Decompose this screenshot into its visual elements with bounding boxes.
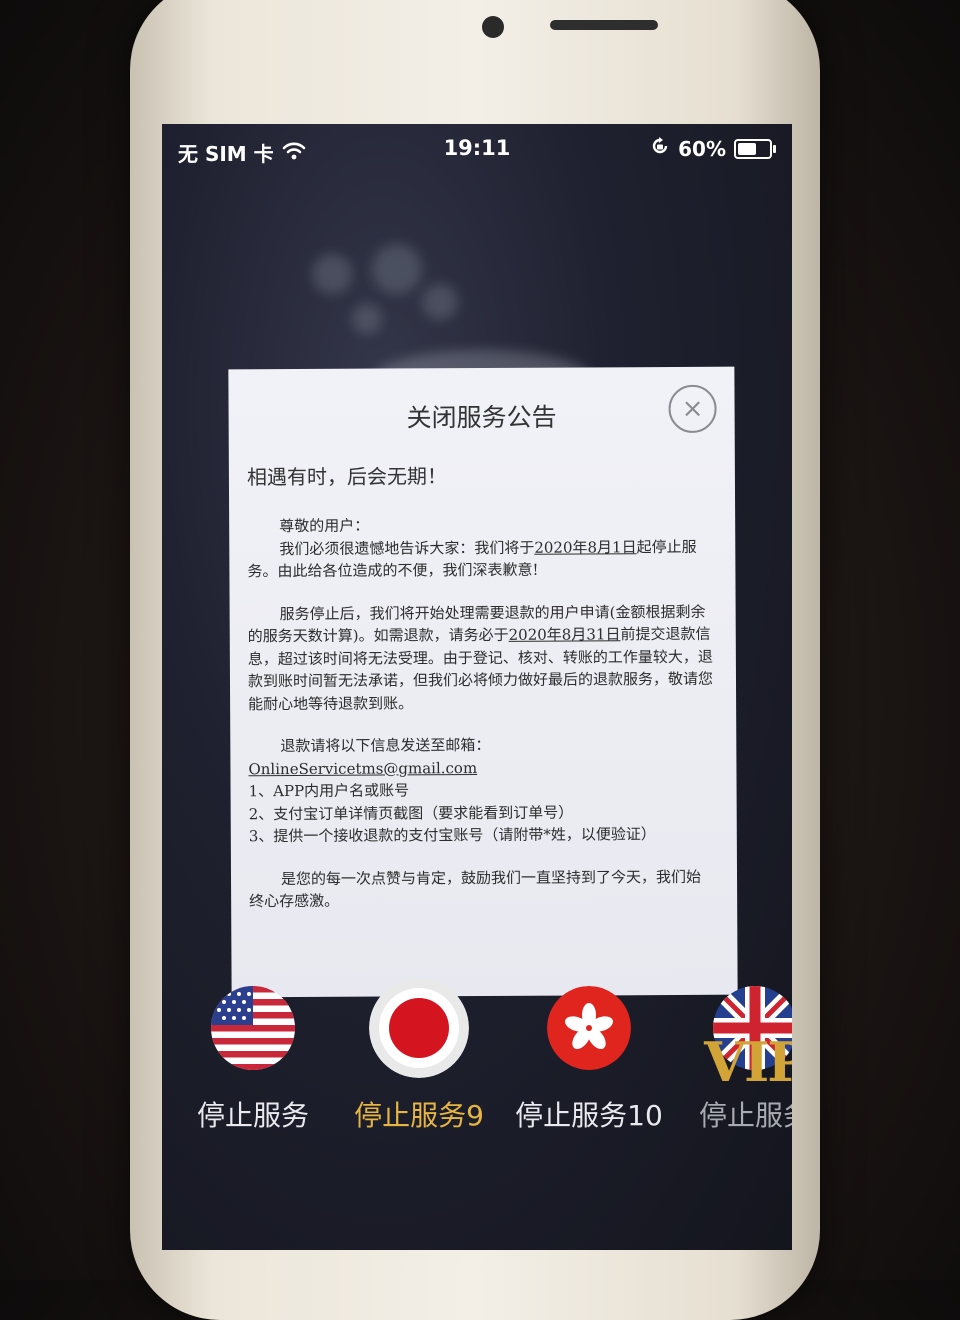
service-selector: 停止服务 停止服务9 停止服务10 VIP 停止服 bbox=[162, 978, 792, 1146]
close-button[interactable]: × bbox=[668, 384, 717, 434]
dialog-body: 尊敬的用户： 我们必须很遗憾地告诉大家：我们将于2020年8月1日起停止服务。由… bbox=[247, 513, 715, 913]
battery-icon bbox=[734, 138, 776, 159]
service-item-us[interactable]: 停止服务 bbox=[168, 986, 338, 1134]
app-screen: 无 SIM 卡 19:11 60% 关闭服务公告 × 相遇有时，后会无期！ 尊敬… bbox=[162, 124, 792, 1250]
earpiece-speaker bbox=[550, 20, 658, 30]
paragraph-1: 我们必须很遗憾地告诉大家：我们将于2020年8月1日起停止服务。由此给各位造成的… bbox=[247, 537, 697, 581]
closing-announcement-dialog: 关闭服务公告 × 相遇有时，后会无期！ 尊敬的用户： 我们必须很遗憾地告诉大家：… bbox=[228, 366, 738, 998]
email-line: 退款请将以下信息发送至邮箱：OnlineServicetms@gmail.com bbox=[248, 735, 491, 778]
service-item-japan[interactable]: 停止服务9 bbox=[334, 978, 504, 1134]
paragraph-2: 服务停止后，我们将开始处理需要退款的用户申请(金额根据剩余的服务天数计算)。如需… bbox=[247, 602, 714, 713]
closing-paragraph: 是您的每一次点赞与肯定，鼓励我们一直坚持到了今天，我们始终心存感激。 bbox=[249, 867, 702, 911]
background-bokeh bbox=[352, 304, 382, 334]
support-email-link[interactable]: OnlineServicetms@gmail.com bbox=[248, 759, 477, 778]
battery-level bbox=[738, 142, 756, 155]
list-item: 2、支付宝订单详情页截图（要求能看到订单号） bbox=[248, 803, 574, 823]
background-bokeh bbox=[312, 254, 352, 294]
vip-badge: VIP bbox=[704, 1030, 792, 1094]
orientation-lock-icon bbox=[650, 136, 670, 161]
front-camera bbox=[482, 16, 504, 38]
service-label-selected: 停止服务9 bbox=[354, 1099, 484, 1132]
battery-percent: 60% bbox=[678, 136, 726, 161]
greeting: 尊敬的用户： bbox=[279, 516, 370, 536]
dialog-heading: 相遇有时，后会无期！ bbox=[246, 464, 447, 490]
list-item: 1、APP内用户名或账号 bbox=[248, 781, 410, 801]
stop-date: 2020年8月1日 bbox=[534, 537, 637, 557]
service-label: 停止服务10 bbox=[515, 1099, 663, 1132]
background-bokeh bbox=[422, 284, 458, 320]
close-icon: × bbox=[681, 393, 704, 424]
service-item-uk-vip[interactable]: VIP 停止服务 bbox=[670, 986, 792, 1134]
service-label: 停止服务 bbox=[698, 1099, 792, 1132]
service-item-hong-kong[interactable]: 停止服务10 bbox=[504, 986, 674, 1134]
dialog-title: 关闭服务公告 bbox=[406, 402, 557, 433]
status-bar-right: 60% bbox=[650, 136, 776, 161]
status-bar: 无 SIM 卡 19:11 60% bbox=[162, 124, 792, 174]
background-bokeh bbox=[372, 244, 422, 294]
list-item: 3、提供一个接收退款的支付宝账号（请附带*姓，以便验证） bbox=[248, 825, 656, 846]
us-flag-icon bbox=[211, 986, 295, 1070]
refund-deadline: 2020年8月31日 bbox=[508, 625, 621, 644]
japan-flag-icon bbox=[369, 978, 469, 1078]
service-label: 停止服务 bbox=[196, 1099, 309, 1132]
hong-kong-flag-icon bbox=[547, 986, 631, 1070]
